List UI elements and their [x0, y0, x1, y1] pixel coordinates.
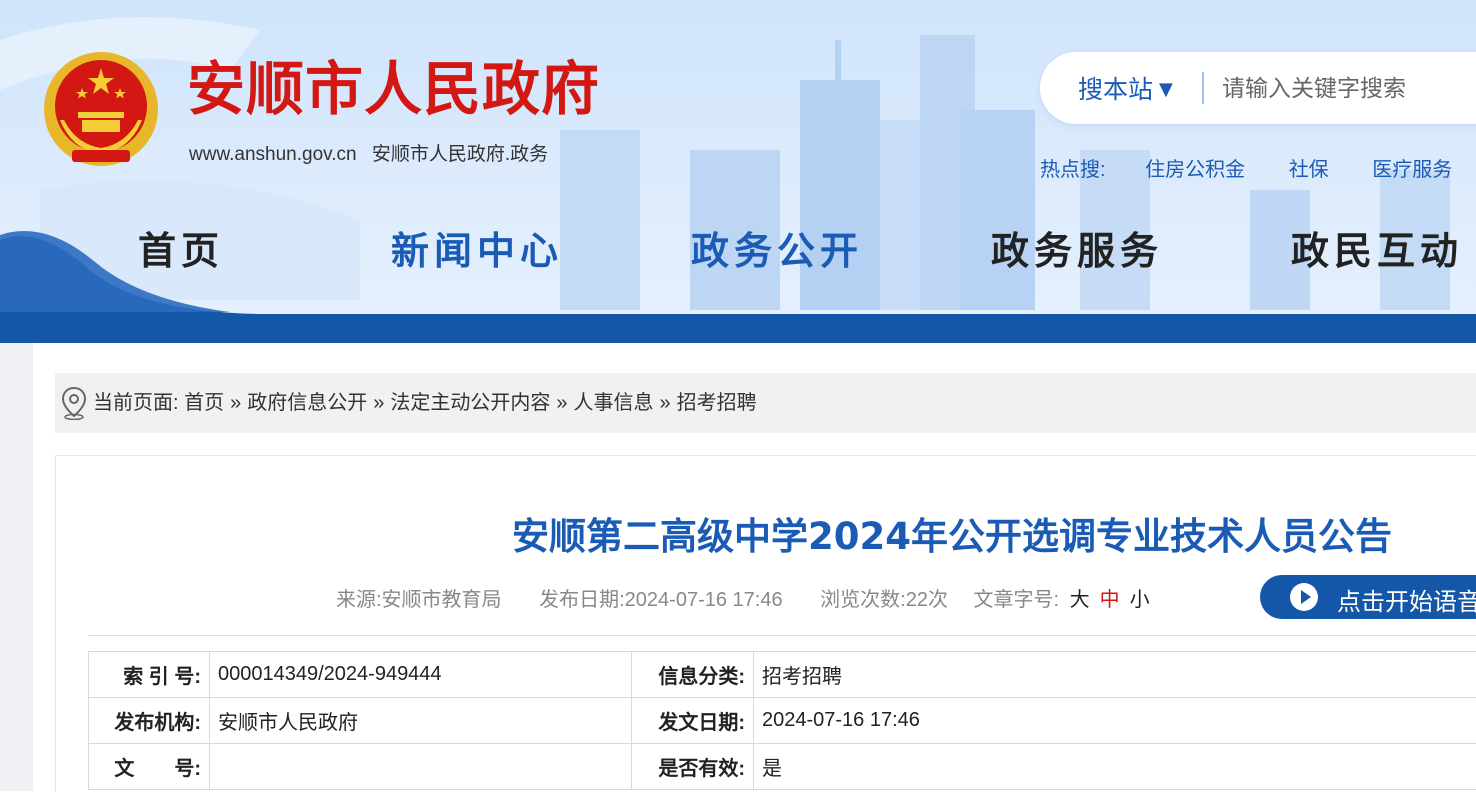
main-nav: 首页 新闻中心 政务公开 政务服务 政民互动	[0, 220, 1476, 282]
breadcrumb-trail: 当前页面: 首页 » 政府信息公开 » 法定主动公开内容 » 人事信息 » 招考招聘	[93, 373, 757, 433]
national-emblem-logo	[42, 50, 160, 168]
font-size-small-button[interactable]: 小	[1130, 589, 1150, 611]
article-source: 来源:安顺市教育局	[336, 589, 502, 611]
search-box: 搜本站 ▼	[1040, 52, 1476, 124]
index-number-label: 索 引 号:	[89, 652, 210, 698]
caret-down-icon: ▼	[1159, 79, 1173, 100]
hot-link-medical-service[interactable]: 医疗服务	[1372, 159, 1452, 181]
breadcrumb-separator: »	[660, 392, 671, 414]
nav-news-center[interactable]: 新闻中心	[391, 220, 563, 282]
hot-link-social-security[interactable]: 社保	[1289, 159, 1329, 181]
category-value: 招考招聘	[754, 652, 1476, 698]
breadcrumb-recruitment[interactable]: 招考招聘	[677, 392, 757, 414]
site-title: 安顺市人民政府	[187, 54, 600, 124]
nav-home[interactable]: 首页	[138, 220, 224, 282]
voice-read-label: 点击开始语音	[1337, 582, 1476, 617]
location-pin-icon	[60, 386, 88, 420]
divider	[88, 635, 1476, 636]
issue-date-label: 发文日期:	[632, 698, 754, 744]
hot-search-label: 热点搜:	[1040, 159, 1106, 181]
breadcrumb-label: 当前页面:	[93, 392, 179, 414]
breadcrumb-separator: »	[556, 392, 567, 414]
document-number-label: 文 号:	[89, 744, 210, 790]
document-number-value	[210, 744, 632, 790]
search-input[interactable]	[1220, 66, 1476, 112]
issue-date-value: 2024-07-16 17:46	[754, 698, 1476, 744]
voice-read-button[interactable]: 点击开始语音	[1260, 575, 1476, 619]
category-label: 信息分类:	[632, 652, 754, 698]
breadcrumb-gov-info-disclosure[interactable]: 政府信息公开	[247, 392, 367, 414]
breadcrumb-separator: »	[230, 392, 241, 414]
article-publish-date: 发布日期:2024-07-16 17:46	[539, 589, 782, 611]
article-meta: 来源:安顺市教育局 发布日期:2024-07-16 17:46 浏览次数:22次…	[336, 583, 1155, 612]
font-size-large-button[interactable]: 大	[1070, 589, 1090, 611]
site-header: 安顺市人民政府 www.anshun.gov.cn 安顺市人民政府.政务 搜本站…	[0, 0, 1476, 343]
play-icon	[1290, 583, 1318, 611]
nav-government-services[interactable]: 政务服务	[991, 220, 1163, 282]
breadcrumb-statutory-content[interactable]: 法定主动公开内容	[390, 392, 550, 414]
table-row: 文 号: 是否有效: 是	[89, 744, 1476, 790]
validity-value: 是	[754, 744, 1476, 790]
info-table: 索 引 号: 000014349/2024-949444 信息分类: 招考招聘 …	[88, 651, 1476, 790]
breadcrumb-separator: »	[373, 392, 384, 414]
font-size-label: 文章字号:	[974, 589, 1060, 611]
search-scope-label: 搜本站	[1078, 75, 1153, 104]
side-decoration	[0, 343, 33, 791]
table-row: 发布机构: 安顺市人民政府 发文日期: 2024-07-16 17:46	[89, 698, 1476, 744]
nav-public-interaction[interactable]: 政民互动	[1291, 220, 1463, 282]
site-url: www.anshun.gov.cn	[189, 144, 357, 165]
site-subtitle: www.anshun.gov.cn 安顺市人民政府.政务	[189, 139, 558, 166]
font-size-medium-button[interactable]: 中	[1100, 589, 1120, 611]
breadcrumb-home[interactable]: 首页	[184, 392, 224, 414]
article-panel: 安顺第二高级中学2024年公开选调专业技术人员公告 来源:安顺市教育局 发布日期…	[55, 455, 1476, 792]
article-title: 安顺第二高级中学2024年公开选调专业技术人员公告	[56, 506, 1476, 560]
breadcrumb: 当前页面: 首页 » 政府信息公开 » 法定主动公开内容 » 人事信息 » 招考招聘	[55, 373, 1476, 433]
validity-label: 是否有效:	[632, 744, 754, 790]
hot-link-housing-fund[interactable]: 住房公积金	[1145, 159, 1245, 181]
site-subtitle-text: 安顺市人民政府.政务	[372, 144, 548, 165]
nav-government-affairs-disclosure[interactable]: 政务公开	[691, 220, 863, 282]
article-view-count: 浏览次数:22次	[820, 589, 948, 611]
index-number-value: 000014349/2024-949444	[210, 652, 632, 698]
breadcrumb-personnel-info[interactable]: 人事信息	[574, 392, 654, 414]
publisher-label: 发布机构:	[89, 698, 210, 744]
table-row: 索 引 号: 000014349/2024-949444 信息分类: 招考招聘	[89, 652, 1476, 698]
search-divider	[1202, 72, 1204, 104]
publisher-value: 安顺市人民政府	[210, 698, 632, 744]
hot-search: 热点搜: 住房公积金 社保 医疗服务	[1040, 153, 1476, 182]
search-scope-dropdown[interactable]: 搜本站 ▼	[1078, 70, 1173, 106]
